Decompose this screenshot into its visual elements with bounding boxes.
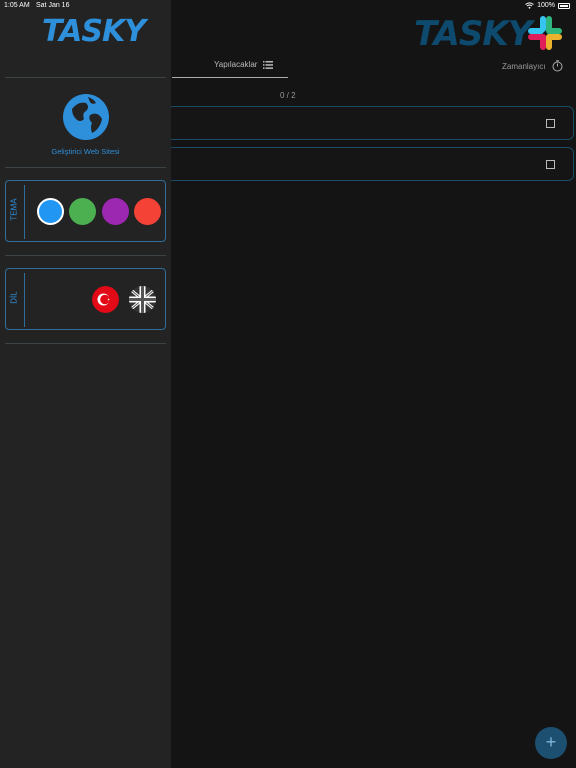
task-checkbox[interactable] [546,119,555,128]
theme-color-green[interactable] [69,198,96,225]
status-right: 100% [525,2,570,9]
status-time: 1:05 AM [4,2,30,9]
turkey-flag-icon[interactable] [92,286,119,313]
uk-flag-icon[interactable] [129,286,156,313]
separator [24,185,25,239]
task-checkbox[interactable] [546,160,555,169]
tab-bar: Yapılacaklar Zamanlayıcı [172,56,576,80]
drawer-logo: TASKY [42,14,146,49]
active-tab-indicator [172,77,288,78]
theme-color-red[interactable] [134,198,161,225]
task-row[interactable] [150,147,574,181]
tab-todos-label: Yapılacaklar [214,60,258,69]
timer-icon [552,60,563,72]
task-counter: 0 / 2 [280,91,296,100]
theme-selector: TEMA [5,180,166,242]
app-logo: TASKY [414,14,532,54]
divider [5,255,166,256]
theme-label: TEMA [9,198,19,221]
tab-timer-label: Zamanlayıcı [502,61,546,71]
developer-website-link[interactable]: Geliştirici Web Sitesi [0,147,171,156]
divider [5,77,166,78]
status-date: Sat Jan 16 [36,2,70,9]
wifi-icon [525,2,534,9]
theme-color-blue[interactable] [37,198,64,225]
tab-timer[interactable]: Zamanlayıcı [502,60,563,72]
slack-icon[interactable] [526,14,564,52]
theme-color-purple[interactable] [102,198,129,225]
status-bar: 1:05 AM Sat Jan 16 100% [0,0,576,12]
list-icon [263,60,274,69]
add-task-button[interactable]: + [535,727,567,759]
globe-icon[interactable] [62,93,110,141]
divider [5,167,166,168]
divider [5,343,166,344]
battery-icon [558,2,570,9]
language-selector: DİL [5,268,166,330]
battery-percent: 100% [537,2,555,9]
separator [24,273,25,327]
language-label: DİL [9,291,19,304]
task-row[interactable] [150,106,574,140]
tab-todos[interactable]: Yapılacaklar [214,60,274,69]
side-drawer: TASKY Geliştirici Web Sitesi TEMA DİL [0,0,171,768]
